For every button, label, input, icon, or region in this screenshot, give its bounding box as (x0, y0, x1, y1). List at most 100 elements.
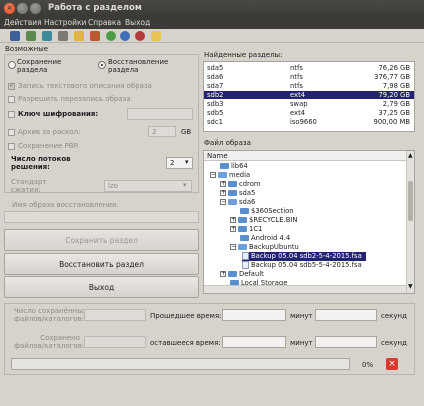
tree-scrollbar[interactable]: ▲ ▼ (406, 151, 414, 293)
partition-row[interactable]: sdb2 ext4 79,20 GB (204, 91, 414, 99)
threads-select[interactable]: 2 ▾ (166, 157, 193, 169)
exit-button[interactable]: Выход (4, 276, 199, 298)
restored-files-label: Сохранено файлов/каталогов: (14, 334, 85, 350)
elapsed-minutes-field (222, 309, 286, 321)
folder-icon (228, 181, 237, 187)
partition-fs: ntfs (290, 73, 303, 81)
menu-exit[interactable]: Выход (125, 17, 150, 29)
scrollbar-thumb[interactable] (408, 181, 413, 221)
folder-tree-item[interactable]: − sda6 (220, 198, 255, 207)
partitions-title: Найденные разделы: (204, 51, 283, 59)
write-description-checkbox[interactable] (8, 81, 15, 90)
partition-name: sdb5 (207, 109, 224, 117)
expand-icon[interactable]: + (220, 271, 226, 277)
chevron-down-icon: ▾ (183, 181, 187, 189)
menu-help[interactable]: Справка (88, 17, 121, 29)
elapsed-seconds-unit: секунд (381, 312, 407, 320)
progress-percent: 0% (362, 361, 374, 369)
folder-tree-item[interactable]: + cdrom (220, 180, 260, 189)
partition-fs: ntfs (290, 82, 303, 90)
home-icon[interactable] (90, 31, 100, 41)
save-icon[interactable] (10, 31, 20, 41)
restore-partition-radio[interactable] (98, 61, 106, 69)
globe-icon[interactable] (106, 31, 116, 41)
folder-icon (228, 190, 237, 196)
partition-row[interactable]: sda7 ntfs 7,98 GB (204, 82, 414, 90)
partition-name: sda5 (207, 64, 224, 72)
split-size-spinbox[interactable]: 2 (148, 126, 176, 137)
compression-select[interactable]: lzo ▾ (104, 180, 192, 192)
folder-tree-item[interactable]: − media (210, 171, 250, 180)
disk-icon[interactable] (58, 31, 68, 41)
tree-item-label: Backup 05.04 sdb2-5-4-2015.fsa (251, 252, 362, 260)
folder-tree-item[interactable]: + $RECYCLE.BIN (230, 216, 298, 225)
folder-tree-item[interactable]: Android 4.4 (230, 234, 290, 243)
expand-icon[interactable]: + (230, 217, 236, 223)
tree-item-label: media (229, 171, 251, 179)
elapsed-seconds-field (315, 309, 377, 321)
title-bar: × Работа с разделом (0, 0, 424, 17)
folder-tree-item[interactable]: − BackupUbuntu (230, 243, 299, 252)
pencil-icon[interactable] (151, 31, 161, 41)
save-partition-radio[interactable] (8, 61, 16, 69)
partition-row[interactable]: sdc1 iso9660 900,00 MB (204, 118, 414, 126)
expand-icon[interactable]: + (220, 181, 226, 187)
encryption-key-input[interactable] (127, 108, 193, 120)
elapsed-minutes-unit: минут (290, 312, 313, 320)
file-tree-item[interactable]: Backup 05.04 sdb2-5-4-2015.fsa (242, 252, 366, 261)
folder-tree-item[interactable]: lib64 (210, 162, 248, 171)
archive-split-checkbox[interactable] (8, 129, 15, 136)
partition-name: sda7 (207, 82, 224, 90)
partition-fs: ext4 (290, 109, 306, 117)
remaining-time-label: оставшееся время: (150, 339, 221, 347)
options-frame (4, 54, 199, 193)
refresh-icon[interactable] (42, 31, 52, 41)
restore-partition-button[interactable]: Восстановить раздел (4, 253, 199, 275)
cancel-icon[interactable]: × (386, 358, 398, 370)
partition-row[interactable]: sdb3 swap 2,79 GB (204, 100, 414, 108)
tree-item-label: 1C1 (249, 225, 263, 233)
collapse-icon[interactable]: − (220, 199, 226, 205)
partition-fs: ntfs (290, 64, 303, 72)
menu-actions[interactable]: Действия (4, 17, 42, 29)
scroll-down-icon: ▼ (408, 283, 413, 290)
image-name-input[interactable] (4, 211, 199, 223)
maximize-window-button[interactable] (30, 3, 41, 14)
partition-row[interactable]: sda6 ntfs 376,77 GB (204, 73, 414, 81)
folder-tree-item[interactable]: + Default (220, 270, 264, 279)
partition-row[interactable]: sdb5 ext4 37,25 GB (204, 109, 414, 117)
write-description-label: Запись текстового описания образа (18, 82, 152, 90)
remaining-seconds-field (315, 336, 377, 348)
name-column-header[interactable]: Name (204, 151, 406, 161)
remaining-minutes-field (222, 336, 286, 348)
partition-name: sdb3 (207, 100, 224, 108)
expand-icon[interactable]: + (220, 190, 226, 196)
partition-name: sdc1 (207, 118, 223, 126)
folder-icon (240, 235, 249, 241)
partition-row[interactable]: sda5 ntfs 76,26 GB (204, 64, 414, 72)
open-icon[interactable] (26, 31, 36, 41)
folder-tree-item[interactable]: + sda5 (220, 189, 255, 198)
folder-icon (228, 199, 237, 205)
folder-icon (238, 244, 247, 250)
collapse-icon[interactable]: − (210, 172, 216, 178)
folder-tree-item[interactable]: +1C1 (230, 225, 262, 234)
save-partition-button[interactable]: Сохранить раздел (4, 229, 199, 251)
folder-tree-item[interactable]: $360Section (230, 207, 294, 216)
exit-icon[interactable] (135, 31, 145, 41)
tree-hscrollbar[interactable] (204, 285, 406, 293)
file-tree-item[interactable]: Backup 05.04 sdb5-5-4-2015.fsa (242, 261, 362, 270)
minimize-window-button[interactable] (17, 3, 28, 14)
expand-icon[interactable]: + (230, 226, 236, 232)
image-file-title: Файл образа (204, 139, 251, 147)
allow-overwrite-checkbox[interactable] (8, 96, 15, 103)
info-icon[interactable] (120, 31, 130, 41)
close-window-button[interactable]: × (4, 3, 15, 14)
saved-files-label: Число сохранённых файлов/каталогов: (14, 307, 87, 323)
compression-label: Стандарт сжатия: (11, 178, 47, 194)
save-pbr-checkbox[interactable] (8, 143, 15, 150)
encryption-key-checkbox[interactable] (8, 111, 15, 118)
collapse-icon[interactable]: − (230, 244, 236, 250)
folder-icon[interactable] (74, 31, 84, 41)
menu-settings[interactable]: Настройки (44, 17, 86, 29)
